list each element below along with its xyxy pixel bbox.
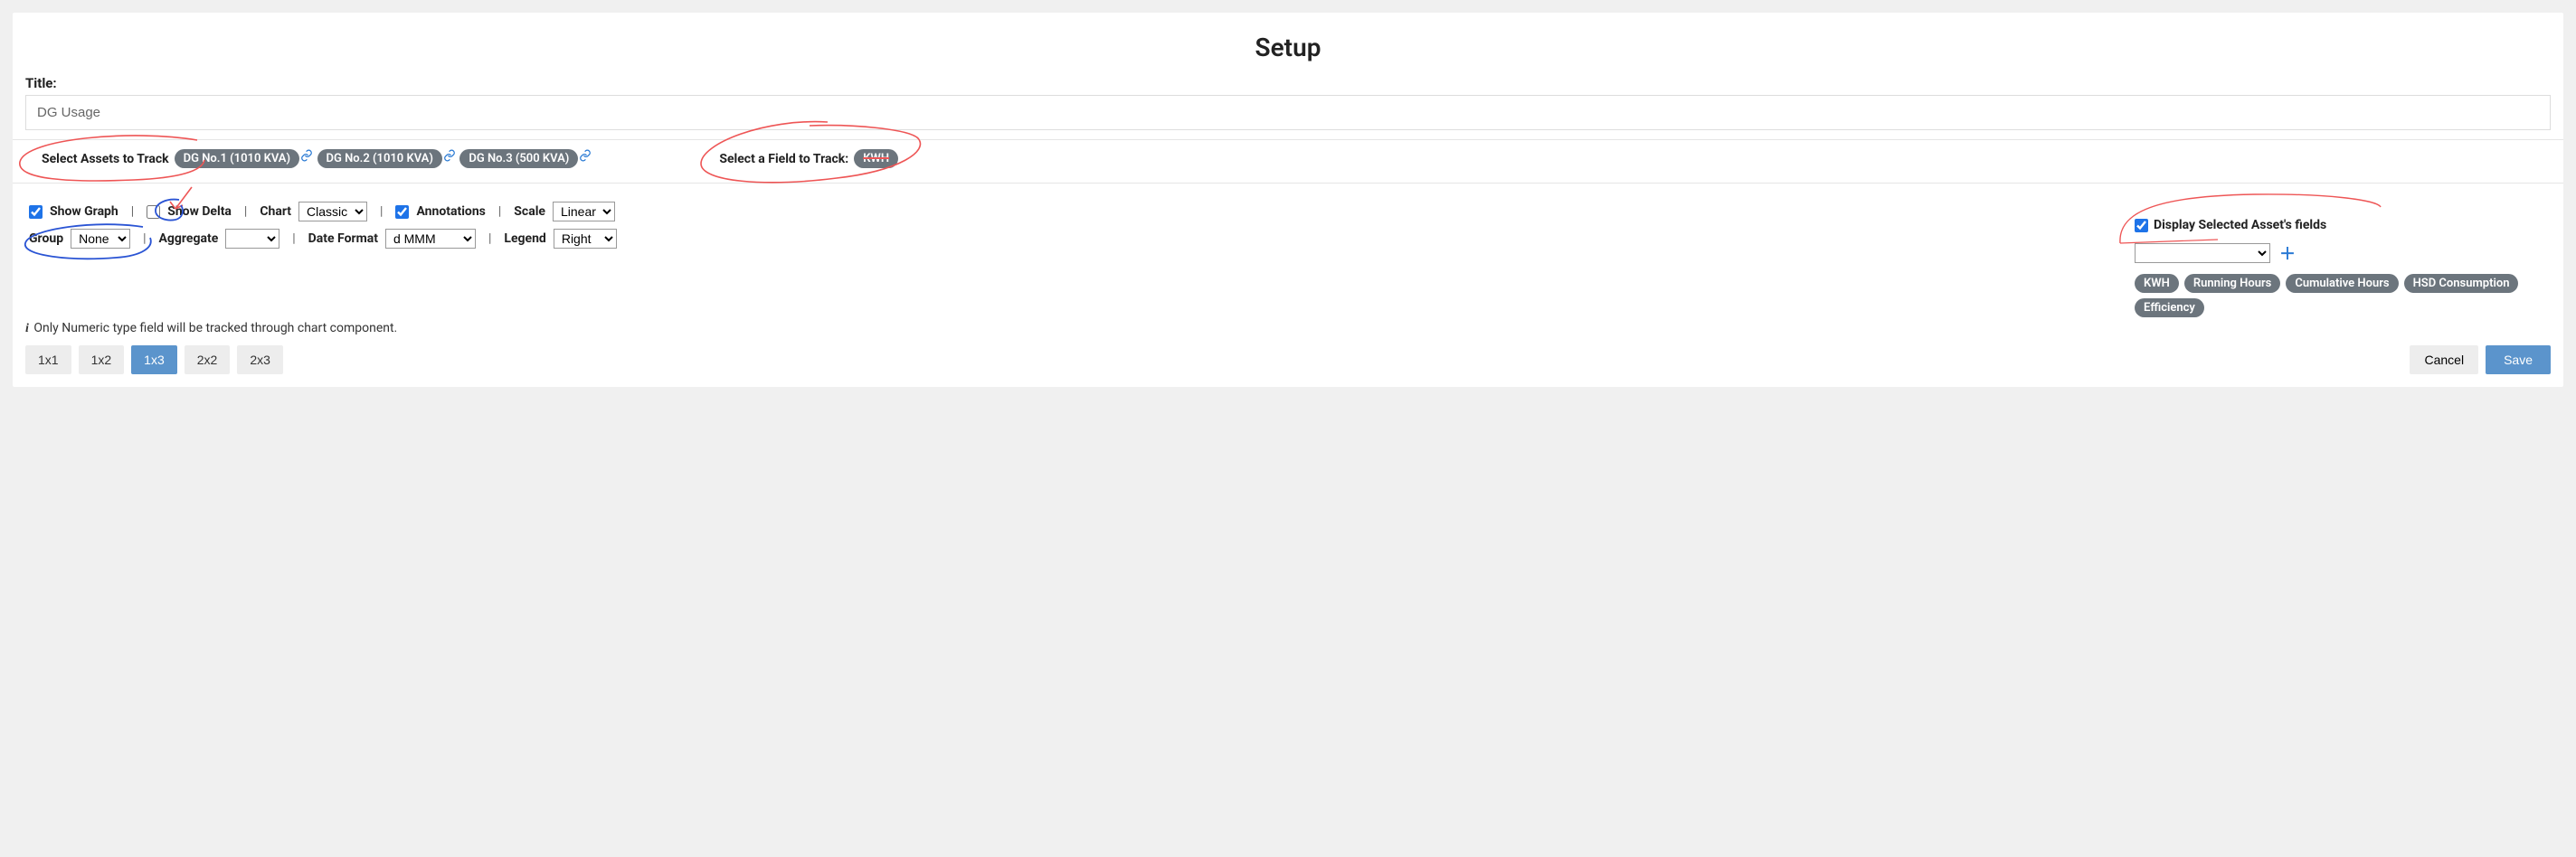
scale-select[interactable]: Linear [553, 202, 615, 221]
show-graph-label: Show Graph [50, 204, 118, 219]
aggregate-label: Aggregate [159, 231, 219, 246]
link-icon[interactable] [299, 149, 314, 162]
chart-select[interactable]: Classic [298, 202, 367, 221]
display-fields-label: Display Selected Asset's fields [2154, 218, 2326, 232]
asset-tag[interactable]: DG No.2 (1010 KVA) [317, 149, 442, 168]
size-button-2x3[interactable]: 2x3 [237, 345, 283, 374]
link-icon[interactable] [442, 149, 457, 162]
size-button-1x3[interactable]: 1x3 [131, 345, 177, 374]
field-pill[interactable]: Cumulative Hours [2286, 274, 2398, 293]
size-button-1x2[interactable]: 1x2 [79, 345, 125, 374]
display-fields-checkbox[interactable] [2135, 219, 2148, 232]
annotations-checkbox[interactable] [395, 205, 409, 219]
asset-tag[interactable]: DG No.3 (500 KVA) [459, 149, 578, 168]
title-label: Title: [25, 75, 2551, 91]
title-input[interactable] [25, 95, 2551, 130]
info-text: Only Numeric type field will be tracked … [33, 321, 397, 335]
field-pill[interactable]: Efficiency [2135, 298, 2204, 317]
size-button-1x1[interactable]: 1x1 [25, 345, 71, 374]
info-icon: i [25, 322, 31, 335]
field-pill[interactable]: Running Hours [2184, 274, 2280, 293]
select-assets-label: Select Assets to Track [42, 152, 169, 166]
size-button-2x2[interactable]: 2x2 [185, 345, 231, 374]
asset-tag[interactable]: DG No.1 (1010 KVA) [175, 149, 299, 168]
scale-label: Scale [514, 204, 545, 219]
page-title: Setup [13, 33, 2563, 62]
save-button[interactable]: Save [2486, 345, 2551, 374]
field-tag[interactable]: KWH [854, 149, 898, 168]
date-format-label: Date Format [308, 231, 378, 246]
chart-label: Chart [260, 204, 291, 219]
add-field-select[interactable] [2135, 243, 2270, 263]
group-select[interactable]: None [71, 229, 130, 249]
group-label: Group [29, 231, 63, 246]
select-field-label: Select a Field to Track: [719, 152, 848, 166]
field-pill[interactable]: KWH [2135, 274, 2179, 293]
show-delta-checkbox[interactable] [147, 205, 160, 219]
show-graph-checkbox[interactable] [29, 205, 43, 219]
annotations-label: Annotations [416, 204, 485, 219]
link-icon[interactable] [578, 149, 592, 162]
date-format-select[interactable]: d MMM [385, 229, 476, 249]
show-delta-label: Show Delta [167, 204, 232, 219]
aggregate-select[interactable] [225, 229, 279, 249]
legend-select[interactable]: Right [554, 229, 617, 249]
field-pill[interactable]: HSD Consumption [2404, 274, 2519, 293]
legend-label: Legend [504, 231, 545, 246]
add-field-button[interactable]: ＋ [2279, 241, 2296, 265]
cancel-button[interactable]: Cancel [2410, 345, 2478, 374]
